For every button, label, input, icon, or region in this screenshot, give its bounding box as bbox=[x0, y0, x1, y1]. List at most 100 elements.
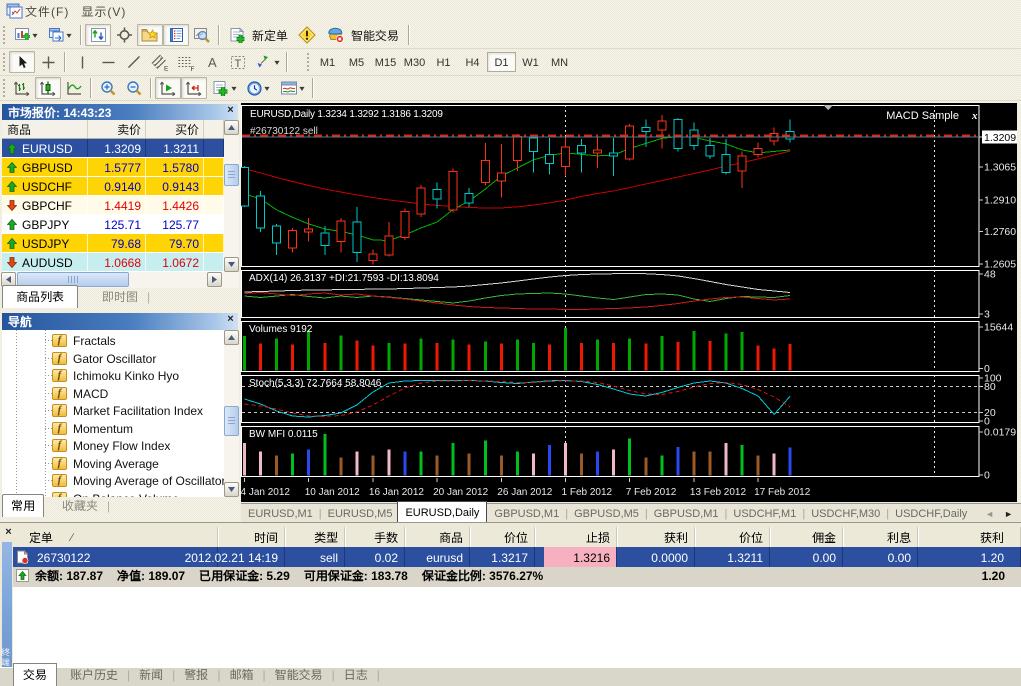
navigator-item-momentum[interactable]: fMomentum bbox=[52, 420, 133, 437]
candlestick-button[interactable] bbox=[35, 77, 61, 99]
scroll-up-button[interactable] bbox=[224, 120, 239, 135]
zoom-out-button[interactable] bbox=[121, 77, 147, 99]
terminal-tab-5[interactable]: 智能交易 bbox=[266, 664, 332, 686]
chart-tab-usdchf-m30[interactable]: USDCHF,M30 bbox=[804, 503, 887, 523]
scroll-down-button[interactable] bbox=[224, 257, 239, 272]
timeframe-h4[interactable]: H4 bbox=[458, 52, 487, 72]
navigator-toggle[interactable] bbox=[163, 24, 189, 46]
navigator-close-icon[interactable]: × bbox=[224, 314, 237, 327]
terminal-column-11[interactable]: 获利 bbox=[918, 527, 1021, 547]
navigator-item-money-flow-index[interactable]: fMoney Flow Index bbox=[52, 437, 170, 454]
scroll-thumb[interactable] bbox=[224, 164, 239, 186]
toolbar-grip[interactable] bbox=[2, 53, 7, 71]
menu-view[interactable]: 显示(V) bbox=[71, 0, 136, 23]
chart-tab-gbpusd-m1[interactable]: GBPUSD,M1 bbox=[487, 503, 566, 523]
warning-button[interactable] bbox=[294, 24, 320, 46]
toolbar-grip[interactable] bbox=[2, 79, 7, 97]
chart-shift-toggle[interactable] bbox=[181, 77, 207, 99]
vertical-line-button[interactable] bbox=[69, 51, 95, 73]
terminal-column-5[interactable]: 价位 bbox=[470, 527, 535, 547]
scroll-right-button[interactable] bbox=[207, 272, 222, 287]
navigator-item-gator-oscillator[interactable]: fGator Oscillator bbox=[52, 350, 156, 367]
terminal-column-0[interactable]: 定单 ∕ bbox=[13, 527, 218, 547]
indicators-button[interactable]: ▾ bbox=[207, 77, 241, 99]
market-watch-close-icon[interactable]: × bbox=[224, 105, 237, 118]
timeframe-mn[interactable]: MN bbox=[545, 52, 574, 72]
chart-tab-eurusd-m1[interactable]: EURUSD,M1 bbox=[241, 503, 320, 523]
terminal-column-7[interactable]: 获利 bbox=[617, 527, 695, 547]
profiles-button[interactable]: ▾ bbox=[43, 24, 77, 46]
column-bid[interactable]: 卖价 bbox=[88, 120, 146, 138]
line-chart-button[interactable] bbox=[61, 77, 87, 99]
timeframe-grip[interactable] bbox=[306, 53, 311, 71]
fibonacci-button[interactable]: F bbox=[173, 51, 199, 73]
zoom-in-button[interactable] bbox=[95, 77, 121, 99]
equidistant-channel-button[interactable]: E bbox=[147, 51, 173, 73]
market-watch-vscrollbar[interactable] bbox=[224, 120, 239, 272]
tab-common[interactable]: 常用 bbox=[2, 494, 44, 517]
timeframe-m30[interactable]: M30 bbox=[400, 52, 429, 72]
symbol-row-gbpchf[interactable]: GBPCHF1.44191.4426 bbox=[2, 196, 224, 215]
symbol-row-usdjpy[interactable]: USDJPY79.6879.70 bbox=[2, 234, 224, 253]
terminal-column-8[interactable]: 价位 bbox=[695, 527, 770, 547]
terminal-tab-1[interactable]: 账户历史 bbox=[61, 664, 127, 686]
terminal-column-2[interactable]: 类型 bbox=[285, 527, 345, 547]
chart-tab-eurusd-daily[interactable]: EURUSD,Daily bbox=[397, 501, 487, 523]
chart-tab-usdchf-m1[interactable]: USDCHF,M1 bbox=[726, 503, 803, 523]
navigator-item-moving-average[interactable]: fMoving Average bbox=[52, 455, 159, 472]
expert-advisors-button[interactable]: 智能交易 bbox=[320, 24, 405, 46]
navigator-vscrollbar[interactable] bbox=[224, 330, 239, 497]
navigator-item-macd[interactable]: fMACD bbox=[52, 385, 108, 402]
arrows-button[interactable]: ▾ bbox=[251, 51, 283, 73]
horizontal-line-button[interactable] bbox=[95, 51, 121, 73]
terminal-tab-0[interactable]: 交易 bbox=[13, 663, 57, 686]
column-ask[interactable]: 买价 bbox=[146, 120, 204, 138]
terminal-column-3[interactable]: 手数 bbox=[345, 527, 405, 547]
navigator-item-market-facilitation-index[interactable]: fMarket Facilitation Index bbox=[52, 402, 203, 419]
navigator-item-moving-average-of-oscillator[interactable]: fMoving Average of Oscillator bbox=[52, 472, 224, 489]
data-window-button[interactable] bbox=[111, 24, 137, 46]
new-order-button[interactable]: 新定单 bbox=[223, 24, 294, 46]
scroll-up-button[interactable] bbox=[224, 330, 239, 345]
chart-tab-usdchf-daily[interactable]: USDCHF,Daily bbox=[888, 503, 974, 523]
tabs-scroll-left-icon[interactable]: ◄ bbox=[985, 507, 994, 520]
scroll-thumb[interactable] bbox=[224, 406, 239, 436]
chart-window[interactable]: EURUSD,Daily 1.3234 1.3292 1.3186 1.3209… bbox=[241, 103, 1017, 503]
ea-close-icon[interactable]: x bbox=[971, 110, 978, 122]
terminal-column-10[interactable]: 利息 bbox=[843, 527, 918, 547]
symbol-row-audusd[interactable]: AUDUSD1.06681.0672 bbox=[2, 253, 224, 272]
market-watch-toggle[interactable] bbox=[137, 24, 163, 46]
timeframe-h1[interactable]: H1 bbox=[429, 52, 458, 72]
terminal-column-9[interactable]: 佣金 bbox=[770, 527, 843, 547]
toolbar-grip[interactable] bbox=[2, 26, 7, 44]
terminal-order-row[interactable]: 267301222012.02.21 14:19sell0.02eurusd1.… bbox=[13, 547, 1021, 567]
timeframe-m5[interactable]: M5 bbox=[342, 52, 371, 72]
terminal-column-6[interactable]: 止损 bbox=[535, 527, 617, 547]
column-symbol[interactable]: 商品 bbox=[2, 120, 88, 138]
text-label-button[interactable]: T bbox=[225, 51, 251, 73]
symbol-row-gbpusd[interactable]: GBPUSD1.57771.5780 bbox=[2, 158, 224, 177]
chart-tab-gbpusd-m5[interactable]: GBPUSD,M5 bbox=[567, 503, 646, 523]
chart-window-icon[interactable] bbox=[6, 3, 23, 19]
timeframe-m15[interactable]: M15 bbox=[371, 52, 400, 72]
terminal-column-4[interactable]: 商品 bbox=[405, 527, 470, 547]
trendline-button[interactable] bbox=[121, 51, 147, 73]
templates-button[interactable]: ▾ bbox=[275, 77, 309, 99]
tab-symbols[interactable]: 商品列表 bbox=[2, 285, 78, 308]
navigator-item-ichimoku-kinko-hyo[interactable]: fIchimoku Kinko Hyo bbox=[52, 367, 179, 384]
chart-tab-gbpusd-m1[interactable]: GBPUSD,M1 bbox=[647, 503, 726, 523]
terminal-side-strip[interactable]: 终端 bbox=[2, 542, 12, 669]
text-button[interactable]: A bbox=[199, 51, 225, 73]
timeframe-d1[interactable]: D1 bbox=[487, 52, 516, 72]
symbol-row-gbpjpy[interactable]: GBPJPY125.71125.77 bbox=[2, 215, 224, 234]
navigator-title[interactable]: 导航 bbox=[2, 313, 238, 330]
market-watch-title[interactable]: 市场报价: 14:43:23 bbox=[2, 104, 238, 121]
periods-button[interactable]: ▾ bbox=[241, 77, 275, 99]
navigator-item-fractals[interactable]: fFractals bbox=[52, 332, 116, 349]
bar-chart-button[interactable] bbox=[9, 77, 35, 99]
strategy-tester-button[interactable] bbox=[189, 24, 215, 46]
chart-tab-eurusd-m5[interactable]: EURUSD,M5 bbox=[321, 503, 400, 523]
symbol-row-usdchf[interactable]: USDCHF0.91400.9143 bbox=[2, 177, 224, 196]
auto-scroll-toggle[interactable] bbox=[155, 77, 181, 99]
terminal-tab-6[interactable]: 日志 bbox=[335, 664, 377, 686]
